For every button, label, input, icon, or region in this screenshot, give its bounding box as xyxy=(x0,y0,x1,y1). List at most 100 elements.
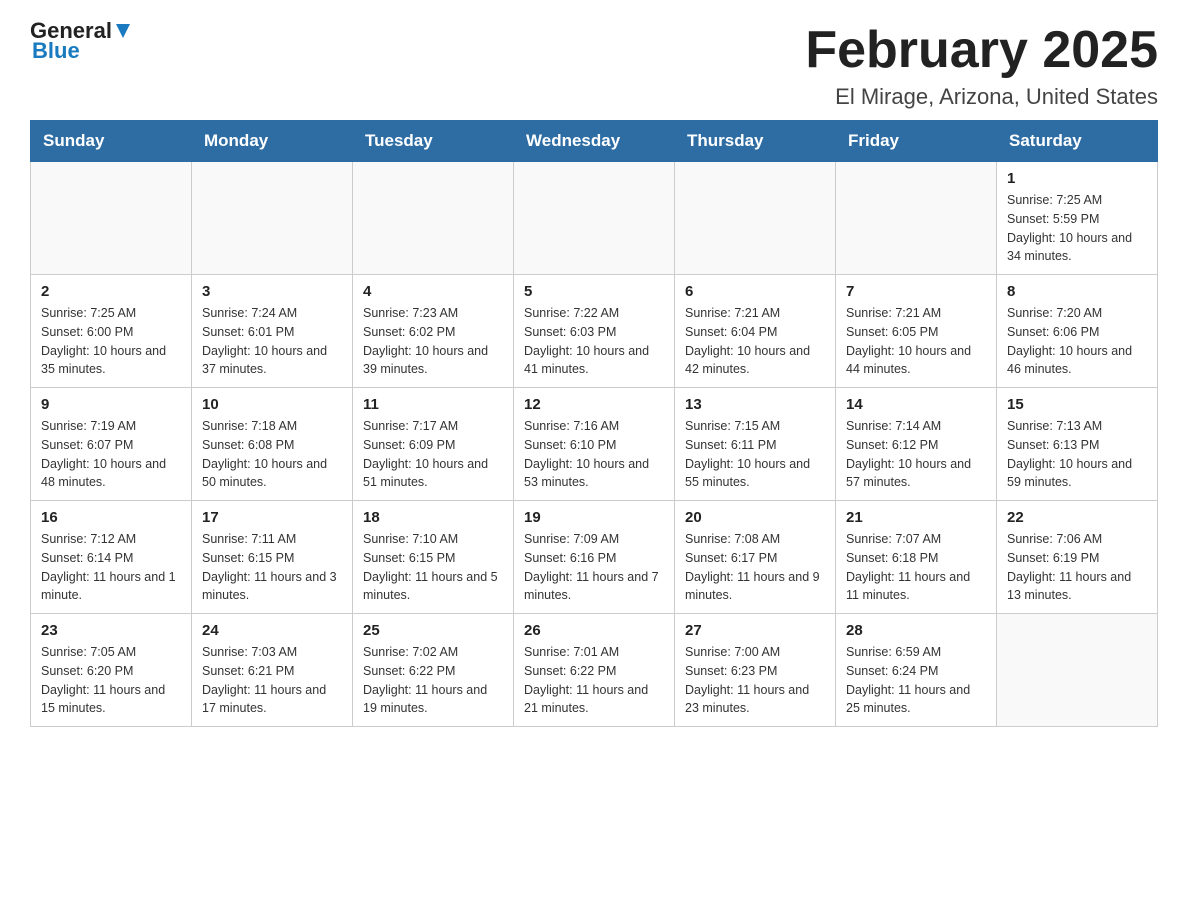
day-number: 25 xyxy=(363,622,503,639)
day-number: 13 xyxy=(685,396,825,413)
day-number: 4 xyxy=(363,283,503,300)
calendar-cell: 24Sunrise: 7:03 AMSunset: 6:21 PMDayligh… xyxy=(192,614,353,727)
title-area: February 2025 El Mirage, Arizona, United… xyxy=(805,20,1158,110)
day-info: Sunrise: 7:23 AMSunset: 6:02 PMDaylight:… xyxy=(363,304,503,379)
day-number: 14 xyxy=(846,396,986,413)
day-number: 20 xyxy=(685,509,825,526)
calendar-cell: 11 Sunrise: 7:17 AMSunset: 6:09 PMDayligh… xyxy=(353,388,514,501)
calendar-cell: 28 Sunrise: 6:59 AMSunset: 6:24 PMDayligh… xyxy=(836,614,997,727)
day-info: Sunrise: 7:15 AMSunset: 6:11 PMDaylight:… xyxy=(685,417,825,492)
day-number: 27 xyxy=(685,622,825,639)
day-number: 17 xyxy=(202,509,342,526)
header-tuesday: Tuesday xyxy=(353,121,514,162)
logo: General Blue xyxy=(30,20,134,62)
day-info: Sunrise: 7:05 AMSunset: 6:20 PMDaylight:… xyxy=(41,643,181,718)
day-number: 3 xyxy=(202,283,342,300)
day-info: Sunrise: 7:07 AMSunset: 6:18 PMDaylight:… xyxy=(846,530,986,605)
calendar-cell xyxy=(192,162,353,275)
header-thursday: Thursday xyxy=(675,121,836,162)
page-header: General Blue February 2025 El Mirage, Ar… xyxy=(30,20,1158,110)
day-info: Sunrise: 7:21 AMSunset: 6:04 PMDaylight:… xyxy=(685,304,825,379)
header-monday: Monday xyxy=(192,121,353,162)
calendar-cell: 10Sunrise: 7:18 AMSunset: 6:08 PMDayligh… xyxy=(192,388,353,501)
day-number: 21 xyxy=(846,509,986,526)
day-number: 16 xyxy=(41,509,181,526)
logo-area: General Blue xyxy=(30,20,134,62)
calendar-cell: 4 Sunrise: 7:23 AMSunset: 6:02 PMDaylight… xyxy=(353,275,514,388)
day-number: 9 xyxy=(41,396,181,413)
day-number: 22 xyxy=(1007,509,1147,526)
day-info: Sunrise: 7:20 AMSunset: 6:06 PMDaylight:… xyxy=(1007,304,1147,379)
day-info: Sunrise: 7:09 AMSunset: 6:16 PMDaylight:… xyxy=(524,530,664,605)
day-info: Sunrise: 7:02 AMSunset: 6:22 PMDaylight:… xyxy=(363,643,503,718)
calendar-cell xyxy=(836,162,997,275)
day-number: 11 xyxy=(363,396,503,413)
day-info: Sunrise: 7:19 AMSunset: 6:07 PMDaylight:… xyxy=(41,417,181,492)
day-info: Sunrise: 7:01 AMSunset: 6:22 PMDaylight:… xyxy=(524,643,664,718)
day-info: Sunrise: 7:25 AMSunset: 6:00 PMDaylight:… xyxy=(41,304,181,379)
day-number: 1 xyxy=(1007,170,1147,187)
calendar-cell: 26 Sunrise: 7:01 AMSunset: 6:22 PMDayligh… xyxy=(514,614,675,727)
calendar-cell: 3 Sunrise: 7:24 AMSunset: 6:01 PMDaylight… xyxy=(192,275,353,388)
calendar-table: Sunday Monday Tuesday Wednesday Thursday… xyxy=(30,120,1158,727)
day-info: Sunrise: 7:22 AMSunset: 6:03 PMDaylight:… xyxy=(524,304,664,379)
calendar-cell: 12Sunrise: 7:16 AMSunset: 6:10 PMDayligh… xyxy=(514,388,675,501)
calendar-cell: 2 Sunrise: 7:25 AMSunset: 6:00 PMDaylight… xyxy=(31,275,192,388)
calendar-cell: 19 Sunrise: 7:09 AMSunset: 6:16 PMDayligh… xyxy=(514,501,675,614)
day-number: 6 xyxy=(685,283,825,300)
day-number: 23 xyxy=(41,622,181,639)
day-number: 18 xyxy=(363,509,503,526)
logo-blue-text: Blue xyxy=(30,40,134,62)
day-info: Sunrise: 7:11 AMSunset: 6:15 PMDaylight:… xyxy=(202,530,342,605)
header-wednesday: Wednesday xyxy=(514,121,675,162)
day-info: Sunrise: 7:24 AMSunset: 6:01 PMDaylight:… xyxy=(202,304,342,379)
calendar-cell: 5 Sunrise: 7:22 AMSunset: 6:03 PMDaylight… xyxy=(514,275,675,388)
day-number: 28 xyxy=(846,622,986,639)
day-info: Sunrise: 7:21 AMSunset: 6:05 PMDaylight:… xyxy=(846,304,986,379)
day-info: Sunrise: 7:25 AMSunset: 5:59 PMDaylight:… xyxy=(1007,191,1147,266)
calendar-week-4: 16 Sunrise: 7:12 AMSunset: 6:14 PMDayligh… xyxy=(31,501,1158,614)
calendar-cell xyxy=(353,162,514,275)
calendar-cell: 25 Sunrise: 7:02 AMSunset: 6:22 PMDayligh… xyxy=(353,614,514,727)
day-number: 7 xyxy=(846,283,986,300)
calendar-cell xyxy=(514,162,675,275)
header-saturday: Saturday xyxy=(997,121,1158,162)
calendar-cell: 17 Sunrise: 7:11 AMSunset: 6:15 PMDayligh… xyxy=(192,501,353,614)
day-info: Sunrise: 6:59 AMSunset: 6:24 PMDaylight:… xyxy=(846,643,986,718)
calendar-cell: 18 Sunrise: 7:10 AMSunset: 6:15 PMDayligh… xyxy=(353,501,514,614)
day-info: Sunrise: 7:10 AMSunset: 6:15 PMDaylight:… xyxy=(363,530,503,605)
calendar-cell: 22 Sunrise: 7:06 AMSunset: 6:19 PMDayligh… xyxy=(997,501,1158,614)
calendar-cell: 14 Sunrise: 7:14 AMSunset: 6:12 PMDayligh… xyxy=(836,388,997,501)
calendar-cell: 23 Sunrise: 7:05 AMSunset: 6:20 PMDayligh… xyxy=(31,614,192,727)
calendar-cell: 13 Sunrise: 7:15 AMSunset: 6:11 PMDayligh… xyxy=(675,388,836,501)
calendar-cell: 8 Sunrise: 7:20 AMSunset: 6:06 PMDaylight… xyxy=(997,275,1158,388)
calendar-cell: 15Sunrise: 7:13 AMSunset: 6:13 PMDayligh… xyxy=(997,388,1158,501)
day-number: 8 xyxy=(1007,283,1147,300)
day-info: Sunrise: 7:17 AMSunset: 6:09 PMDaylight:… xyxy=(363,417,503,492)
day-info: Sunrise: 7:00 AMSunset: 6:23 PMDaylight:… xyxy=(685,643,825,718)
calendar-cell xyxy=(997,614,1158,727)
calendar-cell: 6 Sunrise: 7:21 AMSunset: 6:04 PMDaylight… xyxy=(675,275,836,388)
calendar-week-5: 23 Sunrise: 7:05 AMSunset: 6:20 PMDayligh… xyxy=(31,614,1158,727)
day-number: 12 xyxy=(524,396,664,413)
calendar-cell: 9 Sunrise: 7:19 AMSunset: 6:07 PMDaylight… xyxy=(31,388,192,501)
calendar-week-1: 1 Sunrise: 7:25 AMSunset: 5:59 PMDaylight… xyxy=(31,162,1158,275)
day-number: 24 xyxy=(202,622,342,639)
calendar-cell: 27 Sunrise: 7:00 AMSunset: 6:23 PMDayligh… xyxy=(675,614,836,727)
day-info: Sunrise: 7:12 AMSunset: 6:14 PMDaylight:… xyxy=(41,530,181,605)
calendar-header: Sunday Monday Tuesday Wednesday Thursday… xyxy=(31,121,1158,162)
calendar-title: February 2025 xyxy=(805,20,1158,80)
day-number: 26 xyxy=(524,622,664,639)
day-info: Sunrise: 7:14 AMSunset: 6:12 PMDaylight:… xyxy=(846,417,986,492)
day-number: 2 xyxy=(41,283,181,300)
day-number: 5 xyxy=(524,283,664,300)
calendar-cell: 20 Sunrise: 7:08 AMSunset: 6:17 PMDayligh… xyxy=(675,501,836,614)
header-sunday: Sunday xyxy=(31,121,192,162)
calendar-body: 1 Sunrise: 7:25 AMSunset: 5:59 PMDaylight… xyxy=(31,162,1158,727)
calendar-cell: 16 Sunrise: 7:12 AMSunset: 6:14 PMDayligh… xyxy=(31,501,192,614)
day-info: Sunrise: 7:06 AMSunset: 6:19 PMDaylight:… xyxy=(1007,530,1147,605)
day-number: 19 xyxy=(524,509,664,526)
calendar-cell xyxy=(31,162,192,275)
day-info: Sunrise: 7:08 AMSunset: 6:17 PMDaylight:… xyxy=(685,530,825,605)
calendar-cell xyxy=(675,162,836,275)
